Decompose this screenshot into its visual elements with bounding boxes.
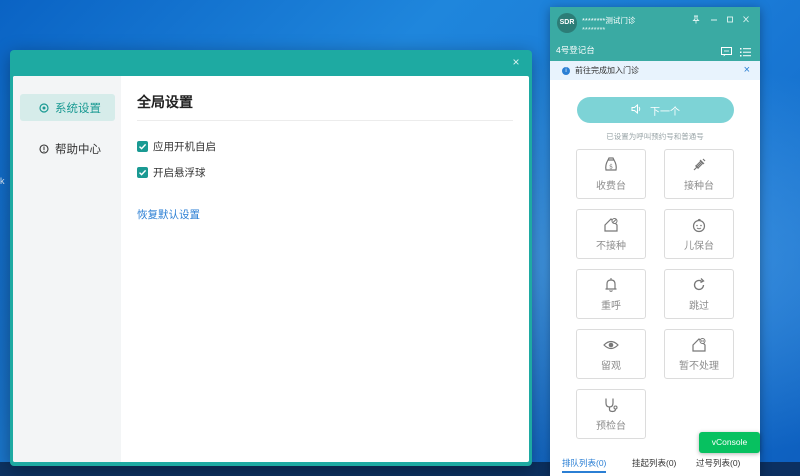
skip-button[interactable]: 跳过: [664, 269, 734, 319]
tab-suspended-list[interactable]: 挂起列表(0): [632, 457, 676, 469]
registration-window: SDR ********测试门诊 ******** 4号登记台 i 前往完成加入…: [550, 7, 760, 476]
button-label: 预检台: [596, 420, 626, 432]
money-bag-icon: $: [605, 156, 617, 171]
minimize-icon[interactable]: [708, 15, 720, 26]
defer-button[interactable]: 暂不处理: [664, 329, 734, 379]
pin-icon[interactable]: [690, 15, 702, 26]
eye-icon: [603, 340, 619, 349]
help-icon: [39, 143, 49, 154]
desktop-edge-mark: k: [0, 176, 5, 186]
divider: [137, 120, 513, 121]
sidebar-item-help-center[interactable]: 帮助中心: [20, 135, 115, 162]
settings-window: × 系统设置 帮助中心 全局设置 应用开机自启 开启悬浮球 恢复默认设置: [10, 50, 532, 466]
autostart-label: 应用开机自启: [153, 141, 216, 153]
recall-button[interactable]: 重呼: [576, 269, 646, 319]
button-label: 收费台: [596, 180, 626, 192]
notice-text: 前往完成加入门诊: [575, 66, 639, 75]
settings-icon: [39, 102, 49, 113]
redo-icon: [693, 277, 705, 290]
settings-sidebar: 系统设置 帮助中心: [13, 76, 121, 462]
call-mode-hint: 已设置为呼叫预约号和普通号: [606, 132, 704, 141]
notice-close-icon[interactable]: ×: [744, 64, 750, 76]
page-title: 全局设置: [137, 94, 193, 110]
speaker-icon: [631, 103, 642, 117]
button-label: 跳过: [689, 300, 709, 312]
clinic-logo: SDR: [557, 13, 577, 33]
baby-face-icon: [692, 218, 706, 232]
svg-text:$: $: [609, 163, 613, 170]
floating-ball-option[interactable]: 开启悬浮球: [137, 165, 206, 180]
bell-icon: [605, 277, 617, 292]
vaccination-desk-button[interactable]: 接种台: [664, 149, 734, 199]
menu-list-icon[interactable]: [740, 44, 751, 57]
sidebar-item-system-settings[interactable]: 系统设置: [20, 94, 115, 121]
house-pause-icon: [692, 337, 706, 352]
tab-passed-list[interactable]: 过号列表(0): [696, 457, 740, 469]
house-cancel-icon: [604, 217, 618, 232]
observation-button[interactable]: 留观: [576, 329, 646, 379]
close-icon[interactable]: [740, 15, 752, 26]
child-care-desk-button[interactable]: 儿保台: [664, 209, 734, 259]
settings-main: 全局设置 应用开机自启 开启悬浮球 恢复默认设置: [121, 76, 529, 462]
button-label: 接种台: [684, 180, 714, 192]
next-button[interactable]: 下一个: [577, 97, 734, 123]
join-clinic-notice[interactable]: i 前往完成加入门诊 ×: [550, 61, 760, 80]
tab-queue-list[interactable]: 排队列表(0): [562, 457, 607, 473]
sidebar-item-label: 帮助中心: [55, 143, 101, 156]
autostart-option[interactable]: 应用开机自启: [137, 139, 216, 154]
button-label: 儿保台: [684, 240, 714, 252]
sidebar-item-label: 系统设置: [55, 102, 101, 115]
next-button-label: 下一个: [650, 106, 680, 118]
info-icon: i: [562, 66, 570, 75]
autostart-checkbox[interactable]: [137, 141, 148, 152]
registration-header: SDR ********测试门诊 ******** 4号登记台: [550, 7, 760, 61]
cashier-button[interactable]: $ 收费台: [576, 149, 646, 199]
settings-body: 系统设置 帮助中心 全局设置 应用开机自启 开启悬浮球 恢复默认设置: [13, 76, 529, 462]
button-label: 暂不处理: [679, 360, 719, 372]
syringe-icon: [693, 158, 706, 170]
button-label: 不接种: [596, 240, 626, 252]
stethoscope-icon: [605, 398, 618, 412]
settings-close-button[interactable]: ×: [508, 54, 524, 70]
floating-ball-label: 开启悬浮球: [153, 167, 206, 179]
queue-tabs: 排队列表(0) 挂起列表(0) 过号列表(0): [550, 453, 760, 476]
message-icon[interactable]: [721, 44, 732, 57]
restore-defaults-link[interactable]: 恢复默认设置: [137, 207, 200, 222]
precheck-desk-button[interactable]: 预检台: [576, 389, 646, 439]
vconsole-button[interactable]: vConsole: [699, 432, 760, 453]
station-label: 4号登记台: [556, 45, 595, 55]
button-label: 重呼: [601, 300, 621, 312]
no-vaccination-button[interactable]: 不接种: [576, 209, 646, 259]
clinic-subtitle: ********: [582, 25, 606, 34]
restore-window-icon[interactable]: [724, 15, 736, 26]
floating-ball-checkbox[interactable]: [137, 167, 148, 178]
button-label: 留观: [601, 360, 621, 372]
